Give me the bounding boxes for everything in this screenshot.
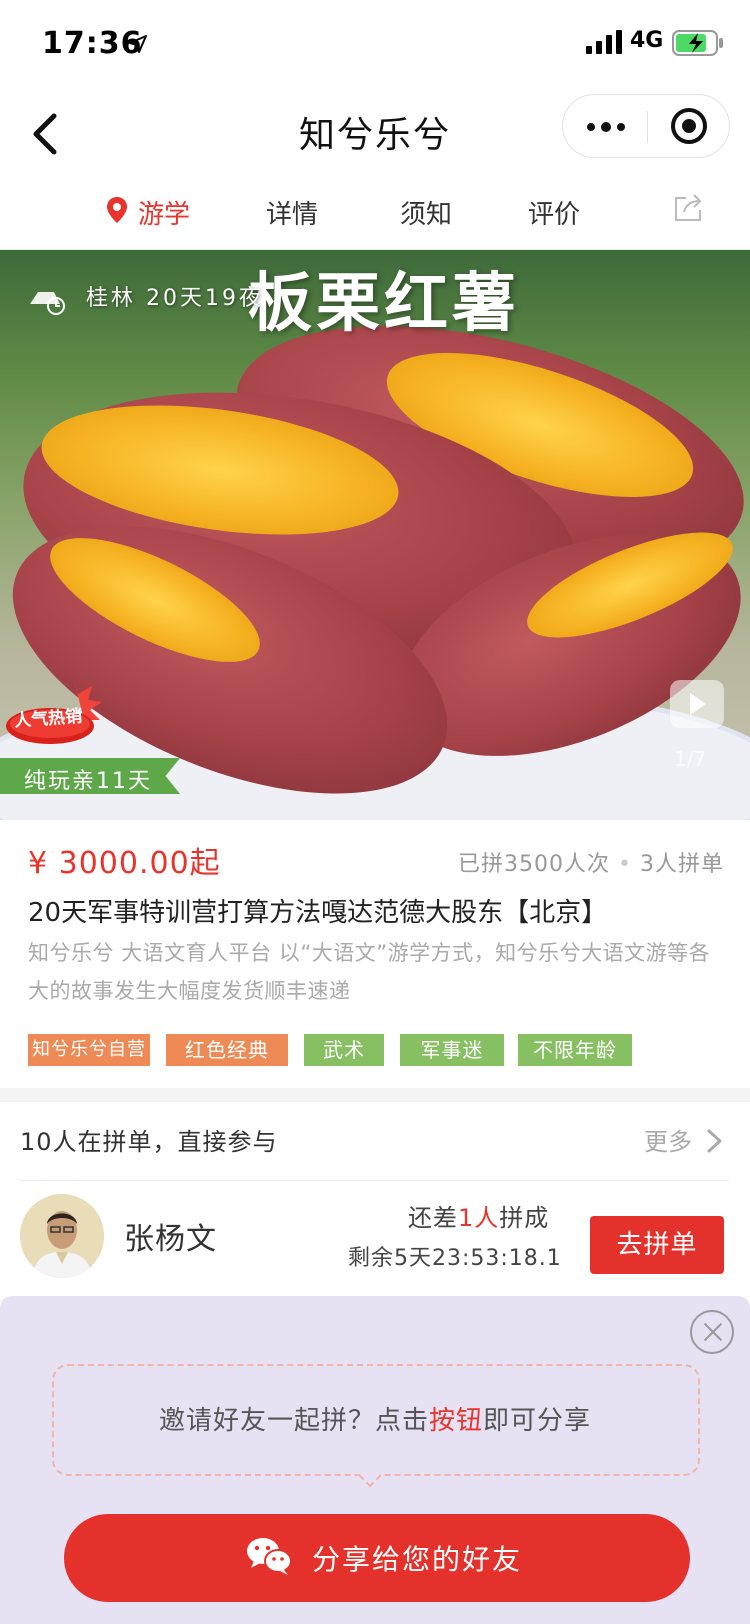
miniprogram-capsule (562, 94, 730, 158)
battery-charging-icon (672, 30, 723, 56)
network-type: 4G (630, 28, 664, 53)
signal-icon (586, 30, 622, 54)
capsule-divider (647, 111, 648, 143)
tab-study-tour[interactable]: 游学 (138, 194, 190, 231)
share-icon[interactable] (672, 192, 704, 224)
tag-self-operated: 知兮乐兮自营 (28, 1034, 150, 1066)
separator-dot: • (618, 852, 632, 877)
location-pin-icon (107, 197, 127, 223)
share-tip-suffix: 即可分享 (483, 1406, 592, 1436)
sold-count: 已拼3500人次 (458, 852, 611, 877)
image-pager: 1/7 (674, 747, 707, 771)
share-button-label: 分享给您的好友 (312, 1543, 523, 1576)
share-tip-highlight: 按钮 (428, 1406, 483, 1436)
tab-reviews[interactable]: 评价 (528, 194, 580, 231)
close-icon[interactable] (690, 1310, 734, 1354)
group-size: 3人拼单 (640, 852, 724, 877)
tag-martial-arts: 武术 (304, 1034, 384, 1066)
product-hero-image[interactable]: 板栗红薯 桂林 20天19夜 人气热销 纯玩亲11天 1/7 (0, 250, 750, 820)
remaining-slots: 还差1人拼成 (408, 1198, 549, 1233)
tab-bar: 游学 详情 须知 评价 (0, 180, 750, 250)
tab-details[interactable]: 详情 (266, 194, 318, 231)
join-group-button[interactable]: 去拼单 (590, 1216, 724, 1274)
tag-red-classic: 红色经典 (166, 1034, 288, 1066)
share-to-friends-button[interactable]: 分享给您的好友 (64, 1514, 690, 1602)
product-description: 知兮乐兮 大语文育人平台 以“大语文”游学方式，知兮乐兮大语文游等各大的故事发生… (28, 941, 711, 1003)
divider (20, 1180, 730, 1181)
hero-title: 板栗红薯 (248, 266, 520, 341)
tag-all-ages: 不限年龄 (518, 1034, 632, 1066)
section-gap (0, 1088, 750, 1102)
destination-duration: 桂林 20天19夜 (86, 286, 264, 311)
share-tip: 邀请好友一起拼？点击按钮即可分享 (0, 1400, 750, 1437)
share-panel: 邀请好友一起拼？点击按钮即可分享 分享给您的好友 (0, 1296, 750, 1624)
chevron-right-icon[interactable] (706, 1128, 724, 1154)
remaining-prefix: 还差 (408, 1204, 458, 1232)
tab-notice[interactable]: 须知 (400, 194, 452, 231)
navigation-bar: 知兮乐兮 (0, 88, 750, 180)
video-play-icon[interactable] (670, 680, 724, 728)
close-miniprogram-icon[interactable] (653, 95, 729, 157)
status-bar: 17:36 4G (0, 0, 750, 88)
hot-sale-badge-label: 人气热销 (13, 706, 83, 732)
location-arrow-icon (129, 35, 147, 53)
product-info: ¥ 3000.00起 已拼3500人次 • 3人拼单 20天军事特训营打算方法嘎… (0, 820, 750, 1088)
group-buy-section: 10人在拼单，直接参与 更多 张杨文 还差1人拼成 剩余5天23:53:18.1… (0, 1102, 750, 1292)
more-icon[interactable] (563, 95, 647, 157)
wechat-icon (247, 1538, 292, 1575)
group-buy-header: 10人在拼单，直接参与 (20, 1128, 278, 1156)
remaining-suffix: 拼成 (499, 1204, 550, 1232)
remaining-count: 1 (458, 1204, 475, 1232)
sales-summary: 已拼3500人次 • 3人拼单 (458, 846, 724, 878)
tag-military-fan: 军事迷 (400, 1034, 504, 1066)
price: ¥ 3000.00起 (28, 846, 221, 881)
member-name: 张杨文 (124, 1222, 217, 1257)
ribbon-tag-label: 纯玩亲11天 (24, 769, 152, 794)
more-link[interactable]: 更多 (644, 1122, 692, 1157)
countdown-timer: 剩余5天23:53:18.1 (348, 1246, 562, 1271)
avatar (20, 1194, 104, 1278)
travel-time-icon (30, 292, 65, 315)
product-title: 20天军事特训营打算方法嘎达范德大股东【北京】 (28, 898, 608, 928)
remaining-unit: 人 (474, 1204, 500, 1232)
share-tip-prefix: 邀请好友一起拼？点击 (158, 1406, 429, 1436)
